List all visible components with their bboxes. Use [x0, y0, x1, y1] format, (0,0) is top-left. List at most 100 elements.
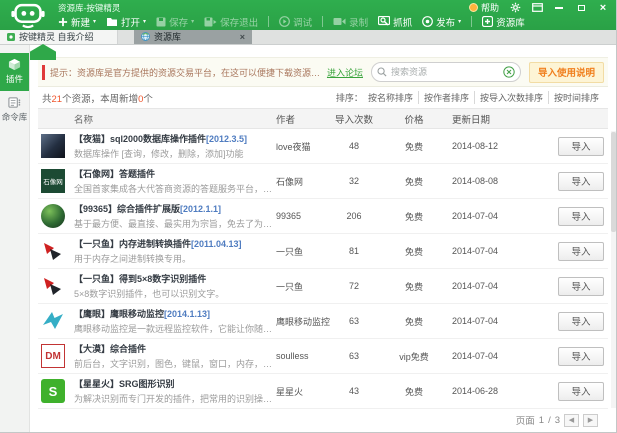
table-row: 【一只鱼】内存进制转换插件[2011.04.13] 用于内存之间进制转换专用。 …	[38, 234, 608, 269]
import-button[interactable]: 导入	[558, 381, 604, 401]
sidebar-item-command-library-label: 命令库	[1, 112, 28, 122]
plugin-thumbnail: 石像网	[41, 169, 65, 193]
plugin-update-date: 2014-07-04	[452, 211, 499, 221]
plugin-author: 鹰眼移动监控	[276, 316, 331, 327]
sidebar: 插件 命令库	[0, 45, 30, 432]
resource-library-panel: 提示：资源库是官方提供的资源交易平台，在这可以便捷下载资源。更多资源可以到按键精…	[30, 45, 616, 432]
plugin-version: [2011.04.13]	[191, 239, 242, 249]
vertical-scrollbar[interactable]	[611, 131, 616, 408]
plugin-author: 石像网	[276, 176, 304, 187]
toolbar-capture-button[interactable]: 抓抓	[378, 15, 412, 29]
import-button[interactable]: 导入	[558, 206, 604, 226]
toolbar-separator	[268, 16, 270, 27]
sidebar-item-command-library[interactable]: 命令库	[0, 91, 29, 129]
help-button[interactable]: 帮助	[468, 1, 499, 14]
header-price: 价格	[404, 114, 424, 126]
plugin-import-count: 63	[348, 316, 359, 326]
title-bar: 资源库-按键精灵 帮助 × 新建 ▾ 打开 ▾ 保存 ▾ 保存退出 调试 录制 …	[0, 0, 616, 30]
import-help-button[interactable]: 导入使用说明	[528, 61, 604, 83]
import-button[interactable]: 导入	[558, 136, 604, 156]
plugin-title: 【鹰眼】鹰眼移动监控[2014.1.13]	[74, 309, 211, 319]
toolbar-publish-button[interactable]: 发布 ▾	[422, 15, 461, 29]
pagination: 页面 1 / 3 ◀ ▶	[38, 409, 608, 431]
plugin-version: [2014.1.13]	[164, 309, 211, 319]
plugin-title: 【大漠】综合插件	[74, 344, 147, 354]
plugin-update-date: 2014-07-04	[452, 316, 499, 326]
notice-bar: 提示：资源库是官方提供的资源交易平台，在这可以便捷下载资源。更多资源可以到按键精…	[38, 57, 608, 87]
maximize-button[interactable]	[575, 3, 587, 13]
plugin-update-date: 2014-07-04	[452, 281, 499, 291]
search-input[interactable]	[390, 67, 499, 77]
tab-close-icon[interactable]: ×	[240, 32, 245, 42]
help-label: 帮助	[480, 3, 499, 13]
toolbar-save-label: 保存	[169, 17, 189, 29]
scrollbar-thumb[interactable]	[611, 132, 616, 232]
plugin-thumbnail	[41, 134, 65, 158]
toolbar-open-button[interactable]: 打开 ▾	[106, 15, 146, 29]
skin-panel-icon[interactable]	[531, 3, 543, 13]
toolbar-new-button[interactable]: 新建 ▾	[58, 15, 96, 29]
plugin-title: 【一只鱼】内存进制转换插件[2011.04.13]	[74, 239, 242, 249]
toolbar-publish-label: 发布	[436, 17, 456, 29]
toolbar: 新建 ▾ 打开 ▾ 保存 ▾ 保存退出 调试 录制 抓抓 发布 ▾ 资源库	[0, 13, 616, 30]
import-button[interactable]: 导入	[558, 346, 604, 366]
plugin-version: [2012.1.1]	[180, 204, 222, 214]
table-row: 【一只鱼】得到5×8数字识别插件 5×8数字识别插件，也可以识别文字。 一只鱼 …	[38, 269, 608, 304]
header-name: 名称	[74, 114, 94, 126]
pagination-current: 1	[538, 414, 545, 426]
floppy-icon	[156, 17, 166, 27]
window-controls: 帮助 ×	[468, 1, 609, 14]
search-box[interactable]	[370, 62, 521, 82]
sidebar-item-plugins[interactable]: 插件	[0, 53, 29, 91]
toolbar-record-button: 录制	[333, 15, 368, 29]
sort-by-time[interactable]: 按时间排序	[547, 91, 604, 104]
plugin-update-date: 2014-07-04	[452, 351, 499, 361]
import-button[interactable]: 导入	[558, 276, 604, 296]
window-title: 资源库-按键精灵	[58, 2, 121, 13]
toolbar-open-label: 打开	[121, 17, 141, 29]
toolbar-resource-library-button[interactable]: 资源库	[482, 15, 525, 29]
next-page-button[interactable]: ▶	[583, 413, 598, 427]
sort-by-imports[interactable]: 按导入次数排序	[473, 91, 548, 104]
forum-link[interactable]: 进入论坛	[327, 66, 363, 79]
plugin-author: 星星火	[276, 386, 304, 397]
plugin-price: 免费	[404, 246, 423, 257]
chevron-down-icon: ▾	[191, 19, 195, 25]
camera-icon	[333, 17, 346, 26]
plugin-thumbnail	[41, 239, 65, 263]
pagination-total: 3	[554, 414, 560, 426]
import-button[interactable]: 导入	[558, 241, 604, 261]
plugin-author: soulless	[276, 351, 309, 361]
import-button[interactable]: 导入	[558, 171, 604, 191]
sort-by-author[interactable]: 按作者排序	[417, 91, 474, 104]
tab-intro-label: 按键精灵 自我介绍	[19, 32, 94, 42]
table-header: 名称 作者 导入次数 价格 更新日期	[38, 108, 608, 129]
prev-page-button[interactable]: ◀	[564, 413, 579, 427]
stats-sort-row: 共21个资源，本周新增0个 排序： 按名称排序 按作者排序 按导入次数排序 按时…	[38, 87, 608, 108]
chevron-down-icon: ▾	[458, 19, 462, 25]
plugin-title: 【99365】综合插件扩展版[2012.1.1]	[74, 204, 222, 214]
minimize-button[interactable]	[553, 3, 565, 13]
clear-search-icon[interactable]	[503, 66, 515, 78]
plugin-price: 免费	[404, 211, 423, 222]
pagination-label: 页面	[515, 416, 535, 427]
toolbar-capture-label: 抓抓	[393, 17, 413, 29]
plugin-update-date: 2014-07-04	[452, 246, 499, 256]
tab-resource-library[interactable]: 资源库 ×	[134, 29, 252, 44]
toolbar-resource-library-label: 资源库	[496, 17, 525, 29]
plugin-author: 一只鱼	[276, 246, 304, 257]
settings-gear-icon[interactable]	[509, 2, 521, 13]
screen-magnifier-icon	[378, 16, 391, 27]
sort-by-name[interactable]: 按名称排序	[363, 91, 418, 104]
tab-intro[interactable]: 按键精灵 自我介绍	[0, 29, 118, 44]
plugin-thumbnail	[41, 204, 65, 228]
sidebar-item-plugins-label: 插件	[5, 74, 23, 84]
close-button[interactable]: ×	[597, 2, 609, 13]
plus-box-icon	[482, 16, 494, 27]
import-button[interactable]: 导入	[558, 311, 604, 331]
chevron-down-icon: ▾	[143, 19, 147, 25]
search-icon	[377, 67, 387, 77]
header-date: 更新日期	[452, 114, 491, 126]
plugin-import-count: 81	[348, 246, 359, 256]
folder-icon	[106, 17, 118, 27]
